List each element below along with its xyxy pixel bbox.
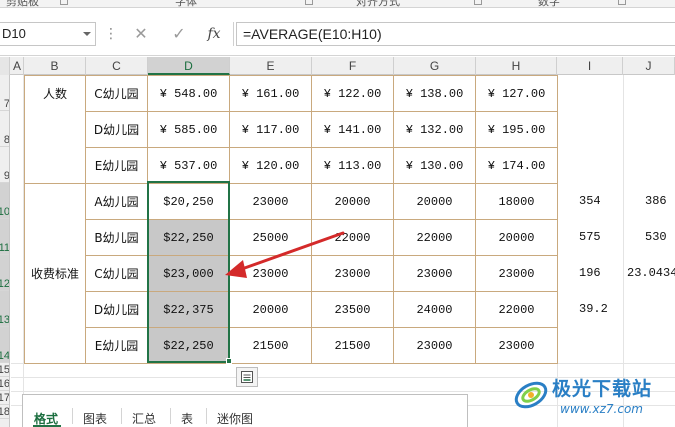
watermark-swirl-icon xyxy=(514,381,548,409)
row-header-13[interactable]: 13 xyxy=(0,291,9,327)
clipboard-launcher-icon[interactable] xyxy=(60,0,68,5)
tab-tables[interactable]: 表 xyxy=(181,410,193,427)
row-header-9[interactable]: 9 xyxy=(0,147,9,183)
row-header-8[interactable]: 8 xyxy=(0,111,9,147)
tab-sparklines[interactable]: 迷你图 xyxy=(217,410,253,427)
formula-input[interactable]: =AVERAGE(E10:H10) xyxy=(236,22,675,46)
row-header-17[interactable]: 17 xyxy=(0,391,9,405)
row-header-11[interactable]: 11 xyxy=(0,219,9,255)
watermark-title: 极光下载站 xyxy=(552,378,653,400)
watermark-url: www.xz7.com xyxy=(560,402,643,416)
column-header-h[interactable]: H xyxy=(476,57,557,75)
font-launcher-icon[interactable] xyxy=(305,0,313,5)
name-box[interactable]: D10 xyxy=(0,22,96,46)
tab-totals[interactable]: 汇总 xyxy=(132,410,156,427)
row-header-12[interactable]: 12 xyxy=(0,255,9,291)
tab-charts[interactable]: 图表 xyxy=(83,410,107,427)
number-launcher-icon[interactable] xyxy=(618,0,626,5)
row-header-16[interactable]: 16 xyxy=(0,377,9,391)
column-header-row: A B C D E F G H I J xyxy=(0,57,675,75)
quick-analysis-icon xyxy=(241,371,253,383)
insert-function-button[interactable]: fx xyxy=(199,22,229,46)
column-header-d[interactable]: D xyxy=(148,57,230,75)
formula-bar-divider xyxy=(233,22,234,46)
cancel-icon[interactable]: ✕ xyxy=(126,22,156,46)
quick-analysis-button[interactable] xyxy=(236,367,258,387)
row-header-18[interactable]: 18 xyxy=(0,405,9,419)
row-header-7[interactable]: 7 xyxy=(0,75,9,111)
column-header-j[interactable]: J xyxy=(623,57,675,75)
column-header-b[interactable]: B xyxy=(24,57,86,75)
column-header-g[interactable]: G xyxy=(394,57,476,75)
column-header-i[interactable]: I xyxy=(557,57,623,75)
row-header-15[interactable]: 15 xyxy=(0,363,9,377)
row-header-column: 7 8 9 10 11 12 13 14 15 16 17 18 xyxy=(0,75,10,427)
ribbon-group-labels: 剪贴板 字体 对齐方式 数字 xyxy=(0,0,675,8)
formula-bar: D10 ⋮ ✕ ✓ fx =AVERAGE(E10:H10) xyxy=(0,8,675,56)
column-header-c[interactable]: C xyxy=(86,57,148,75)
ribbon-group-font: 字体 xyxy=(175,0,197,8)
check-icon[interactable]: ✓ xyxy=(164,22,194,46)
name-box-value: D10 xyxy=(2,26,26,41)
row-header-14[interactable]: 14 xyxy=(0,327,9,363)
column-header-a[interactable]: A xyxy=(11,57,24,75)
ribbon-group-alignment: 对齐方式 xyxy=(356,0,400,8)
formula-bar-grip-icon[interactable]: ⋮ xyxy=(104,24,118,44)
row-header-10[interactable]: 10 xyxy=(0,183,9,219)
ribbon-group-number: 数字 xyxy=(538,0,560,8)
alignment-launcher-icon[interactable] xyxy=(474,0,482,5)
select-all-corner[interactable] xyxy=(0,57,10,75)
quick-analysis-panel: 格式 图表 汇总 表 迷你图 xyxy=(22,394,468,427)
column-header-f[interactable]: F xyxy=(312,57,394,75)
ribbon-group-clipboard: 剪贴板 xyxy=(6,0,39,8)
name-box-dropdown-icon[interactable] xyxy=(83,32,91,36)
column-header-e[interactable]: E xyxy=(230,57,312,75)
watermark-logo: 极光下载站 www.xz7.com xyxy=(512,374,672,420)
